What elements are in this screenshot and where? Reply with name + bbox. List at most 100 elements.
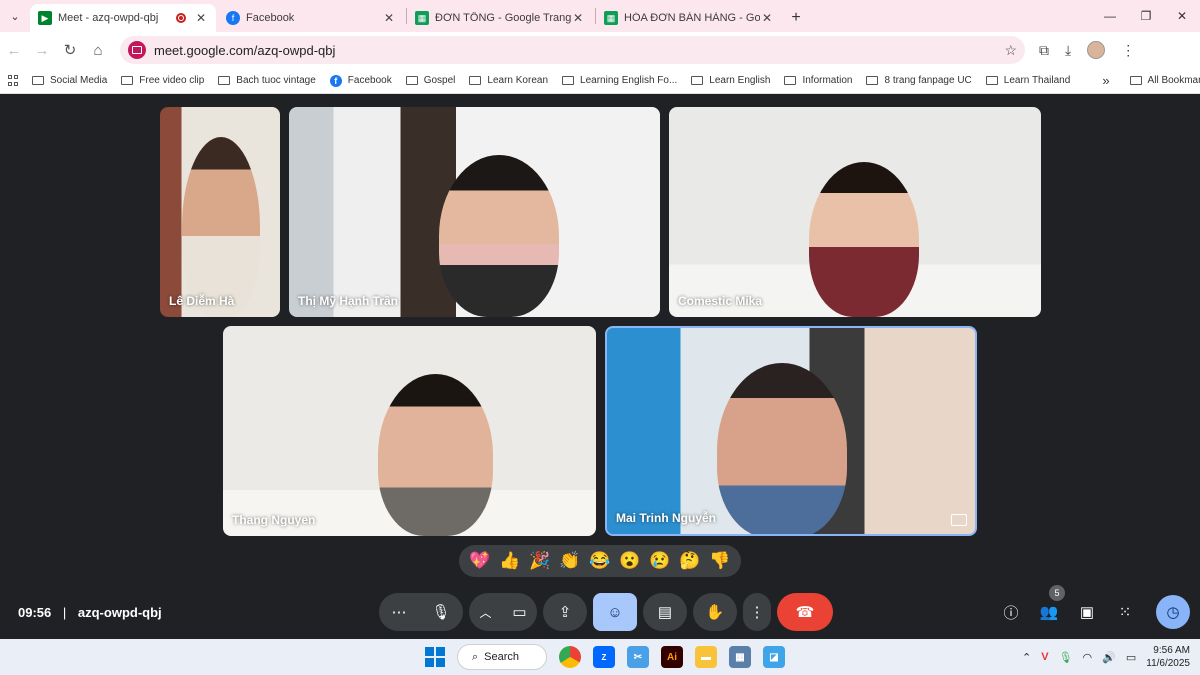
system-tray: ⌃ V 🎙 ◠ 🔊 ▭ 9:56 AM 11/6/2025	[1022, 644, 1190, 670]
tab-meet[interactable]: ▶ Meet - azq-owpd-qbj ✕	[30, 4, 216, 32]
extensions-icon[interactable]: ⧉	[1039, 42, 1049, 59]
meet-control-bar: 09:56 | azq-owpd-qbj ⋯ 🎙 ︿ ▭ ⇪ ☺ ▤ ✋ ⋮ ☎…	[0, 585, 1200, 639]
new-tab-button[interactable]: +	[784, 4, 808, 32]
meeting-details-button[interactable]: ⓘ	[998, 599, 1024, 625]
close-window-icon[interactable]: ✕	[1164, 0, 1200, 32]
bookmark-star-icon[interactable]: ☆	[1004, 42, 1017, 59]
bookmark-label: Free video clip	[139, 75, 205, 86]
reaction-thumbs-down-button[interactable]: 👎	[709, 551, 730, 571]
chat-button[interactable]: ▣	[1074, 599, 1100, 625]
present-screen-button[interactable]: ⇪	[543, 593, 587, 631]
home-icon[interactable]: ⌂	[84, 42, 112, 59]
taskbar-clock[interactable]: 9:56 AM 11/6/2025	[1146, 644, 1190, 670]
bookmark-learn-english[interactable]: Learn English	[691, 75, 770, 86]
bookmarks-overflow-button[interactable]: »	[1102, 73, 1109, 88]
file-explorer-icon[interactable]: ▬	[695, 646, 717, 668]
reactions-button[interactable]: ☺	[593, 593, 637, 631]
bookmark-bach-tuoc-vintage[interactable]: Bach tuoc vintage	[218, 75, 316, 86]
clock-time: 9:56 AM	[1153, 645, 1190, 656]
bookmark-learning-english[interactable]: Learning English Fo...	[562, 75, 677, 86]
bookmark-learn-korean[interactable]: Learn Korean	[469, 75, 548, 86]
site-info-icon[interactable]	[128, 41, 146, 59]
bookmark-free-video-clip[interactable]: Free video clip	[121, 75, 204, 86]
tab-hoa-don[interactable]: ▦ HÓA ĐƠN BÁN HÀNG - Google ✕	[596, 4, 782, 32]
participant-tile[interactable]: Lê Diễm Hà	[160, 107, 280, 317]
tray-chevron-up-icon[interactable]: ⌃	[1022, 651, 1031, 664]
folder-icon	[469, 76, 482, 85]
people-button[interactable]: 👥 5	[1036, 585, 1065, 625]
calculator-icon[interactable]: ▦	[729, 646, 751, 668]
picture-in-picture-icon[interactable]	[951, 514, 967, 526]
windows-start-icon[interactable]	[425, 647, 445, 667]
restore-icon[interactable]: ❐	[1128, 0, 1164, 32]
camera-button[interactable]: ︿ ▭	[469, 593, 537, 631]
url-text: meet.google.com/azq-owpd-qbj	[154, 42, 336, 58]
bookmark-social-media[interactable]: Social Media	[32, 75, 107, 86]
folder-icon	[562, 76, 575, 85]
tab-facebook[interactable]: f Facebook ✕	[218, 4, 404, 32]
close-tab-icon[interactable]: ✕	[571, 11, 585, 25]
taskbar-search[interactable]: ⌕ Search	[457, 644, 547, 670]
tab-search-chevron-icon[interactable]: ⌄	[0, 0, 30, 32]
reload-icon[interactable]: ↻	[56, 41, 84, 59]
snipping-tool-icon[interactable]: ✂	[627, 646, 649, 668]
participant-tile[interactable]: Comestic Mika	[669, 107, 1041, 317]
all-bookmarks[interactable]: All Bookmarks	[1129, 75, 1200, 86]
participant-tile[interactable]: Mai Trinh Nguyễn	[605, 326, 977, 536]
minimize-icon[interactable]: —	[1092, 0, 1128, 32]
bookmark-8-trang-fanpage[interactable]: 8 trang fanpage UC	[866, 75, 972, 86]
clock-icon: ◷	[1166, 604, 1180, 621]
host-controls-button[interactable]: ◷	[1156, 595, 1190, 629]
bookmark-information[interactable]: Information	[784, 75, 852, 86]
vivaldi-tray-icon[interactable]: V	[1041, 651, 1048, 663]
participant-name: Thang Nguyen	[232, 513, 316, 527]
illustrator-icon[interactable]: Ai	[661, 646, 683, 668]
download-icon[interactable]: ⤓	[1065, 42, 1071, 59]
reaction-party-button[interactable]: 🎉	[529, 551, 550, 571]
forward-icon[interactable]: →	[28, 42, 56, 59]
close-tab-icon[interactable]: ✕	[382, 11, 396, 25]
reaction-heart-button[interactable]: 💖	[469, 551, 490, 571]
volume-icon[interactable]: 🔊	[1102, 651, 1116, 664]
profile-avatar[interactable]	[1087, 41, 1106, 59]
reaction-clap-button[interactable]: 👏	[559, 551, 580, 571]
reaction-thinking-button[interactable]: 🤔	[679, 551, 700, 571]
participant-tile[interactable]: Thang Nguyen	[223, 326, 596, 536]
mic-button[interactable]: ⋯ 🎙	[379, 593, 463, 631]
reaction-laugh-button[interactable]: 😂	[589, 551, 610, 571]
reaction-sad-button[interactable]: 😢	[649, 551, 670, 571]
address-bar[interactable]: meet.google.com/azq-owpd-qbj ☆	[120, 36, 1025, 64]
back-icon[interactable]: ←	[0, 42, 28, 59]
participant-video	[809, 162, 919, 317]
facebook-icon: f	[226, 11, 240, 25]
tab-don-tong[interactable]: ▦ ĐƠN TỔNG - Google Trang tính ✕	[407, 4, 593, 32]
leave-call-button[interactable]: ☎	[777, 593, 833, 631]
search-label: Search	[484, 651, 520, 663]
windows-taskbar: ⌕ Search Z ✂ Ai ▬ ▦ ◪ ⌃ V 🎙 ◠ 🔊 ▭ 9:56 A…	[0, 639, 1200, 675]
battery-icon[interactable]: ▭	[1126, 651, 1136, 664]
chrome-icon[interactable]	[559, 646, 581, 668]
bookmark-learn-thailand[interactable]: Learn Thailand	[985, 75, 1070, 86]
participant-name: Mai Trinh Nguyễn	[616, 511, 717, 525]
menu-kebab-icon[interactable]: ⋮	[1121, 42, 1135, 59]
close-tab-icon[interactable]: ✕	[194, 11, 208, 25]
participant-tile[interactable]: Thị Mỹ Hạnh Trần	[289, 107, 660, 317]
tab-title: Facebook	[246, 12, 295, 24]
bookmark-facebook[interactable]: f Facebook	[329, 74, 392, 87]
reaction-surprised-button[interactable]: 😮	[619, 551, 640, 571]
zalo-icon[interactable]: Z	[593, 646, 615, 668]
folder-icon	[1129, 76, 1142, 85]
apps-grid-icon[interactable]	[8, 74, 18, 87]
close-tab-icon[interactable]: ✕	[760, 11, 774, 25]
bookmark-gospel[interactable]: Gospel	[405, 75, 455, 86]
reaction-thumbs-up-button[interactable]: 👍	[499, 551, 520, 571]
microphone-tray-icon[interactable]: 🎙	[1059, 651, 1073, 664]
more-options-button[interactable]: ⋮	[743, 593, 771, 631]
wifi-icon[interactable]: ◠	[1083, 651, 1093, 664]
raise-hand-button[interactable]: ✋	[693, 593, 737, 631]
facebook-icon: f	[329, 74, 342, 87]
photos-icon[interactable]: ◪	[763, 646, 785, 668]
captions-button[interactable]: ▤	[643, 593, 687, 631]
activities-button[interactable]: ⁙	[1112, 599, 1138, 625]
meeting-code: azq-owpd-qbj	[77, 604, 162, 620]
